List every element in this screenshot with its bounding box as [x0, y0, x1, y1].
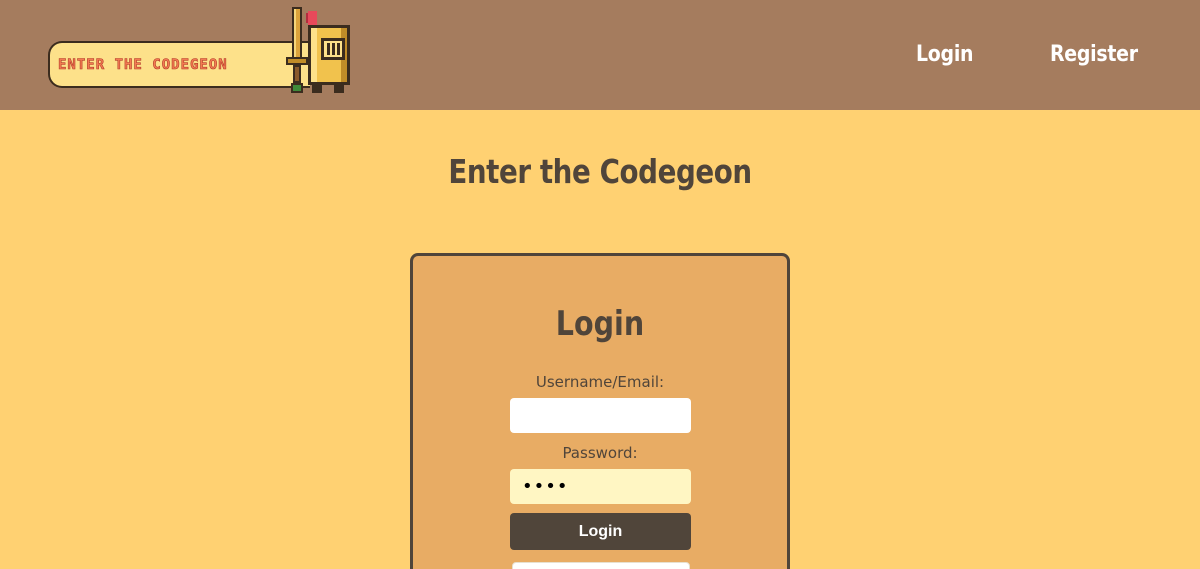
logo-text: Enter the Codegeon	[58, 57, 228, 74]
login-form-title: Login	[555, 304, 645, 344]
page-title: Enter the Codegeon	[448, 152, 752, 191]
nav-login-link[interactable]: Login	[916, 42, 974, 67]
username-input[interactable]	[510, 398, 691, 433]
home-logo-link[interactable]: Enter the Codegeon	[48, 5, 363, 103]
nav-register-link[interactable]: Register	[1050, 42, 1138, 67]
knight-with-sword-icon	[286, 7, 350, 93]
password-input[interactable]	[510, 469, 691, 504]
login-form: Login Username/Email: Password: Login	[410, 253, 790, 569]
password-label: Password:	[562, 444, 638, 462]
navbar: Enter the Codegeon	[0, 0, 1200, 110]
username-label: Username/Email:	[535, 373, 665, 391]
login-submit-button[interactable]: Login	[510, 513, 691, 550]
secondary-button[interactable]	[512, 562, 690, 569]
